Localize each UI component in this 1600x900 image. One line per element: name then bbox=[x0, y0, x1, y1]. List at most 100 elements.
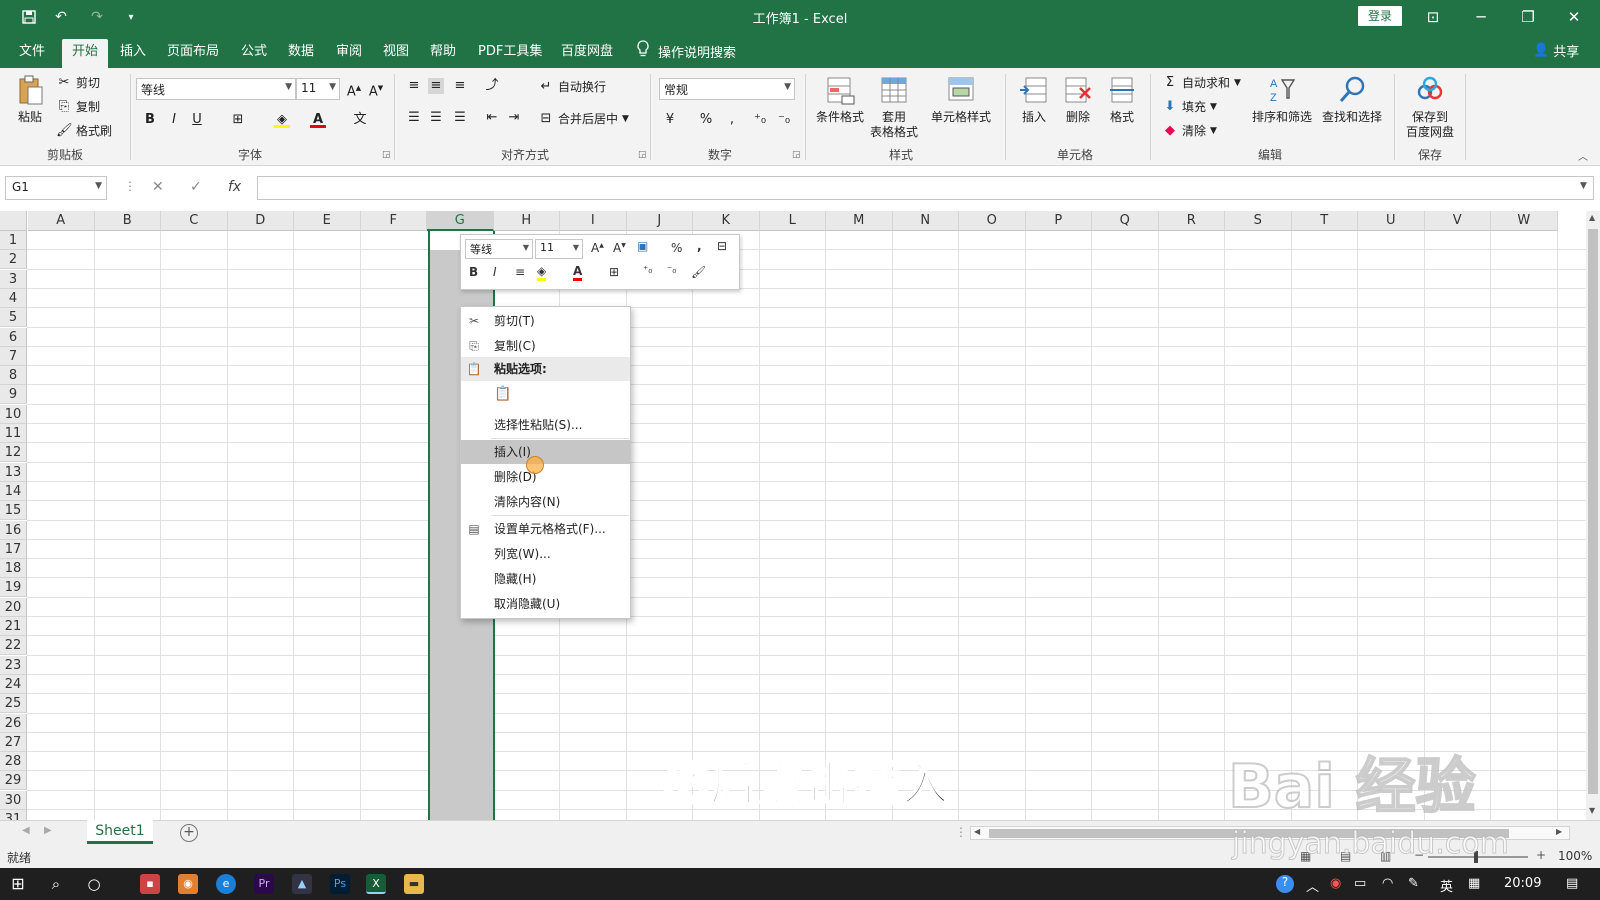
formula-input[interactable] bbox=[257, 176, 1594, 200]
column-header-j[interactable]: J bbox=[626, 211, 693, 231]
restore-icon[interactable]: ❐ bbox=[1505, 0, 1551, 34]
insert-cells-button[interactable]: 插入 bbox=[1016, 74, 1052, 125]
row-header-24[interactable]: 24 bbox=[0, 674, 27, 694]
row-header-5[interactable]: 5 bbox=[0, 308, 27, 328]
merge-center-button[interactable]: ⊟ 合并后居中 ▼ bbox=[538, 110, 629, 127]
column-header-g[interactable]: G bbox=[427, 211, 494, 231]
column-header-d[interactable]: D bbox=[227, 211, 294, 231]
row-header-6[interactable]: 6 bbox=[0, 327, 27, 347]
zoom-level[interactable]: 100% bbox=[1558, 849, 1592, 863]
font-grow-icon[interactable]: A▲ bbox=[591, 241, 604, 255]
row-header-17[interactable]: 17 bbox=[0, 539, 27, 559]
cortana-icon[interactable]: ○ bbox=[84, 874, 104, 894]
row-header-1[interactable]: 1 bbox=[0, 231, 27, 250]
tab-view[interactable]: 视图 bbox=[373, 39, 419, 68]
photoshop-icon[interactable]: Ps bbox=[330, 874, 350, 894]
share-button[interactable]: 👤 共享 bbox=[1533, 41, 1579, 60]
menu-item-copy[interactable]: ⎘ 复制(C) bbox=[461, 334, 630, 358]
decrease-decimal-button[interactable]: ⁻₀ bbox=[776, 112, 792, 128]
format-table-icon[interactable]: ⊟ bbox=[717, 239, 727, 253]
delete-cells-button[interactable]: 删除 bbox=[1060, 74, 1096, 125]
add-sheet-icon[interactable]: + bbox=[180, 824, 198, 842]
mini-size-combo[interactable]: 11 ▼ bbox=[535, 239, 583, 259]
menu-item-format-cells[interactable]: ▤ 设置单元格格式(F)... bbox=[461, 517, 630, 541]
column-header-k[interactable]: K bbox=[693, 211, 760, 231]
cell-styles-button[interactable]: 单元格样式 bbox=[928, 74, 994, 125]
customize-qat-icon[interactable]: ▾ bbox=[120, 7, 142, 27]
column-header-p[interactable]: P bbox=[1025, 211, 1092, 231]
premiere-icon[interactable]: Pr bbox=[254, 874, 274, 894]
tab-page-layout[interactable]: 页面布局 bbox=[157, 39, 229, 68]
insert-function-icon[interactable]: fx bbox=[228, 179, 241, 195]
tab-baidu-netdisk[interactable]: 百度网盘 bbox=[551, 39, 623, 68]
paste-keep-text-option[interactable]: 📋 bbox=[461, 382, 630, 412]
column-header-l[interactable]: L bbox=[759, 211, 826, 231]
column-header-s[interactable]: S bbox=[1225, 211, 1292, 231]
menu-item-clear-contents[interactable]: 清除内容(N) bbox=[461, 490, 630, 514]
font-grow-button[interactable]: A▲ bbox=[346, 80, 362, 99]
splitter-icon[interactable]: ⋮ bbox=[955, 825, 967, 839]
tab-insert[interactable]: 插入 bbox=[110, 39, 156, 68]
orientation-button[interactable]: ⤴ bbox=[484, 78, 500, 94]
row-header-13[interactable]: 13 bbox=[0, 462, 27, 482]
mini-format-painter-icon[interactable]: 🖌 bbox=[691, 265, 706, 279]
sheet-prev-icon[interactable]: ◀ bbox=[22, 825, 30, 836]
row-header-14[interactable]: 14 bbox=[0, 481, 27, 501]
row-header-31[interactable]: 31 bbox=[0, 810, 27, 820]
column-header-o[interactable]: O bbox=[959, 211, 1026, 231]
file-explorer-icon[interactable]: ▬ bbox=[404, 874, 424, 894]
scroll-left-icon[interactable]: ◀ bbox=[974, 827, 980, 836]
mini-bold-icon[interactable]: B bbox=[469, 265, 478, 279]
row-header-26[interactable]: 26 bbox=[0, 713, 27, 733]
cancel-icon[interactable]: ✕ bbox=[152, 179, 164, 195]
row-header-8[interactable]: 8 bbox=[0, 366, 27, 386]
scroll-down-icon[interactable]: ▼ bbox=[1589, 806, 1595, 815]
column-header-r[interactable]: R bbox=[1158, 211, 1225, 231]
save-icon[interactable] bbox=[18, 7, 40, 27]
column-header-i[interactable]: I bbox=[560, 211, 627, 231]
undo-icon[interactable]: ↶ bbox=[50, 7, 72, 27]
underline-button[interactable]: U bbox=[189, 112, 205, 128]
expand-formula-icon[interactable]: ▼ bbox=[1580, 181, 1587, 191]
accounting-format-button[interactable]: ¥ bbox=[662, 112, 678, 128]
vertical-scrollbar[interactable]: ▲ ▼ bbox=[1586, 211, 1600, 820]
menu-item-cut[interactable]: ✂ 剪切(T) bbox=[461, 309, 630, 333]
app-icon-2[interactable]: ◉ bbox=[178, 874, 198, 894]
column-header-n[interactable]: N bbox=[892, 211, 959, 231]
cut-button[interactable]: ✂ 剪切 bbox=[56, 74, 100, 91]
percent-icon[interactable]: % bbox=[671, 241, 682, 255]
scroll-up-icon[interactable]: ▲ bbox=[1589, 213, 1595, 222]
column-header-m[interactable]: M bbox=[826, 211, 893, 231]
ribbon-display-icon[interactable]: ⊡ bbox=[1410, 0, 1456, 34]
row-header-15[interactable]: 15 bbox=[0, 501, 27, 521]
row-header-3[interactable]: 3 bbox=[0, 269, 27, 289]
row-header-21[interactable]: 21 bbox=[0, 617, 27, 636]
tab-pdf-tools[interactable]: PDF工具集 bbox=[468, 39, 552, 68]
align-left-button[interactable]: ☰ bbox=[406, 110, 422, 126]
align-bottom-button[interactable]: ≡ bbox=[452, 78, 468, 94]
menu-item-hide[interactable]: 隐藏(H) bbox=[461, 567, 630, 591]
format-cells-button[interactable]: 格式 bbox=[1104, 74, 1140, 125]
percent-button[interactable]: % bbox=[698, 112, 714, 128]
row-header-16[interactable]: 16 bbox=[0, 520, 27, 540]
font-shrink-button[interactable]: A▼ bbox=[368, 80, 384, 99]
dialog-launcher-icon[interactable]: ◲ bbox=[638, 150, 647, 160]
redo-icon[interactable]: ↷ bbox=[86, 7, 108, 27]
paste-button[interactable]: 粘贴 bbox=[12, 74, 48, 125]
select-all-corner[interactable] bbox=[0, 211, 27, 231]
mini-decrease-decimal-icon[interactable]: ⁻₀ bbox=[667, 265, 676, 276]
row-header-9[interactable]: 9 bbox=[0, 385, 27, 405]
tab-help[interactable]: 帮助 bbox=[420, 39, 466, 68]
row-header-2[interactable]: 2 bbox=[0, 250, 27, 270]
menu-item-paste-special[interactable]: 选择性粘贴(S)... bbox=[461, 413, 630, 437]
copy-button[interactable]: ⎘ 复制 bbox=[56, 98, 100, 115]
row-header-4[interactable]: 4 bbox=[0, 288, 27, 308]
mini-italic-icon[interactable]: I bbox=[493, 265, 497, 279]
close-icon[interactable]: ✕ bbox=[1551, 0, 1597, 34]
sheet-tab-sheet1[interactable]: Sheet1 bbox=[87, 820, 153, 844]
app-icon-1[interactable]: ▪ bbox=[140, 874, 160, 894]
row-header-30[interactable]: 30 bbox=[0, 790, 27, 810]
find-select-button[interactable]: 查找和选择 bbox=[1316, 74, 1388, 125]
comma-button[interactable]: , bbox=[724, 112, 740, 128]
ime-grid-icon[interactable]: ▦ bbox=[1468, 876, 1480, 891]
